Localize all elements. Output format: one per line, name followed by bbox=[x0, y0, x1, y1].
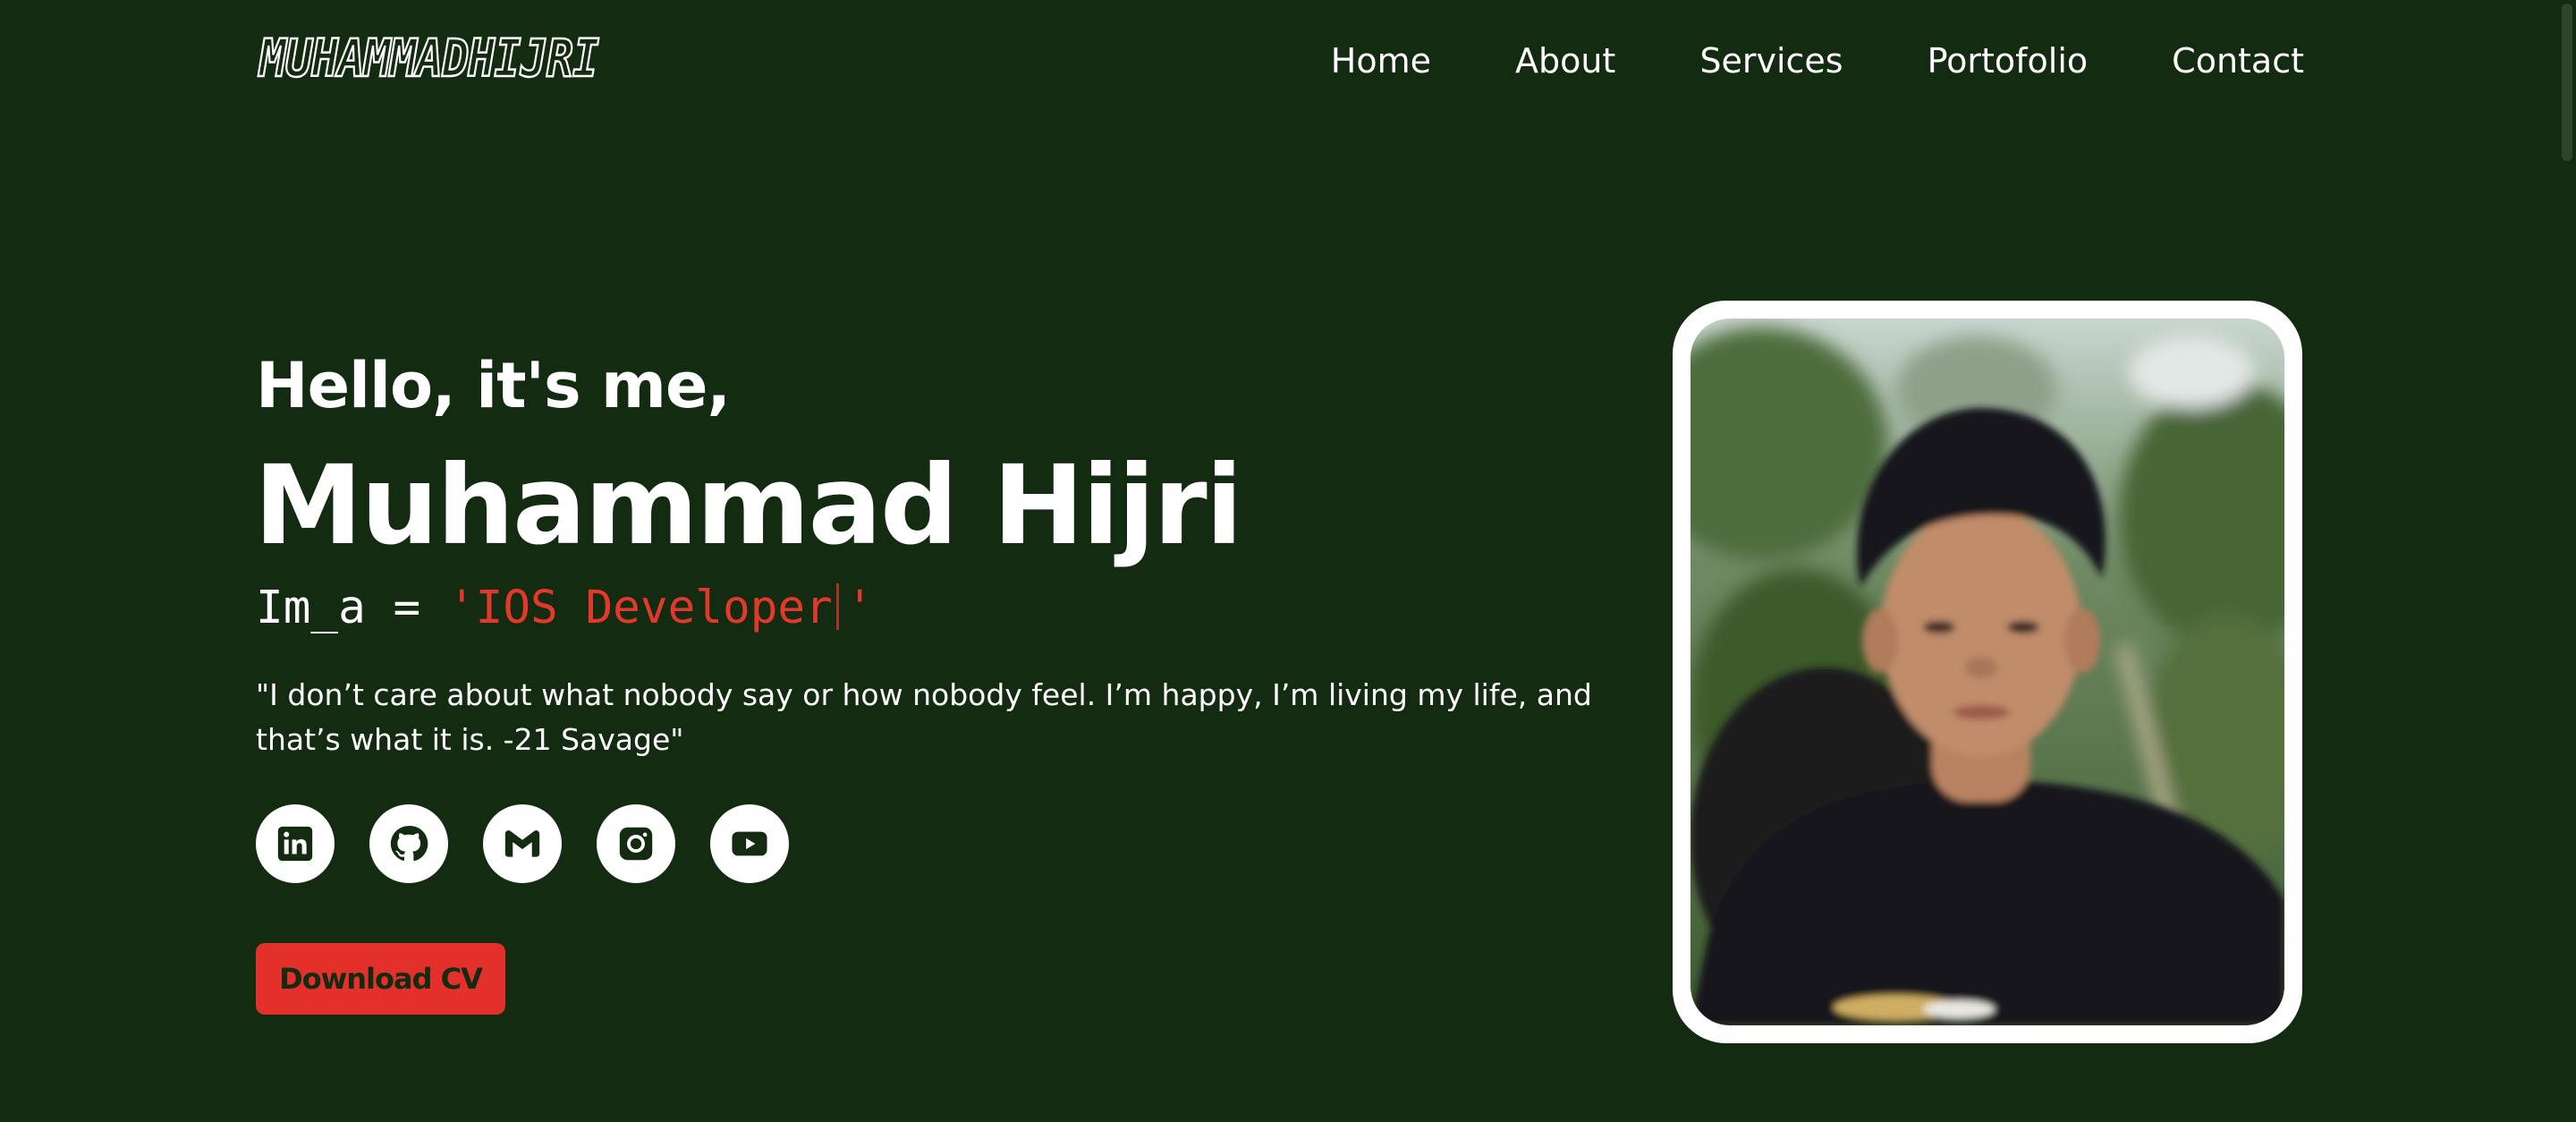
nav-portofolio-link[interactable]: Portofolio bbox=[1928, 38, 2089, 84]
github-icon bbox=[390, 826, 428, 862]
nav-services-link[interactable]: Services bbox=[1699, 38, 1843, 84]
page-scrollbar[interactable] bbox=[2556, 0, 2576, 1122]
code-prefix: Im_a = bbox=[256, 582, 448, 634]
nav-about-link[interactable]: About bbox=[1515, 38, 1615, 84]
gmail-link[interactable] bbox=[483, 804, 562, 883]
code-close-quote: ' bbox=[845, 582, 874, 634]
social-links bbox=[256, 804, 789, 883]
typed-role-line: Im_a = 'IOS Developer ' bbox=[256, 580, 874, 637]
github-link[interactable] bbox=[369, 804, 448, 883]
hero-greeting: Hello, it's me, bbox=[256, 349, 731, 422]
typing-cursor bbox=[835, 583, 839, 630]
instagram-icon bbox=[619, 827, 653, 861]
profile-photo-frame bbox=[1673, 301, 2302, 1043]
hero-name: Muhammad Hijri bbox=[254, 442, 1243, 569]
page: MUHAMMADHIJRI Home About Services Portof… bbox=[0, 0, 2576, 1122]
typed-role: 'IOS Developer bbox=[447, 582, 833, 634]
instagram-link[interactable] bbox=[597, 804, 675, 883]
profile-photo bbox=[1690, 319, 2284, 1025]
gmail-icon bbox=[504, 830, 540, 857]
nav-contact-link[interactable]: Contact bbox=[2172, 38, 2304, 84]
profile-photo-image bbox=[1690, 319, 2284, 1025]
nav-home-link[interactable]: Home bbox=[1331, 38, 1431, 84]
linkedin-icon bbox=[277, 826, 313, 862]
logo-text: MUHAMMADHIJRI bbox=[258, 28, 600, 89]
scrollbar-thumb[interactable] bbox=[2562, 4, 2572, 161]
site-logo[interactable]: MUHAMMADHIJRI bbox=[258, 28, 651, 89]
hero-quote: "I don’t care about what nobody say or h… bbox=[256, 677, 1592, 757]
download-cv-button[interactable]: Download CV bbox=[256, 943, 505, 1015]
youtube-link[interactable] bbox=[710, 804, 789, 883]
linkedin-link[interactable] bbox=[256, 804, 335, 883]
main-nav: Home About Services Portofolio Contact bbox=[1331, 38, 2304, 84]
youtube-icon bbox=[732, 831, 767, 856]
